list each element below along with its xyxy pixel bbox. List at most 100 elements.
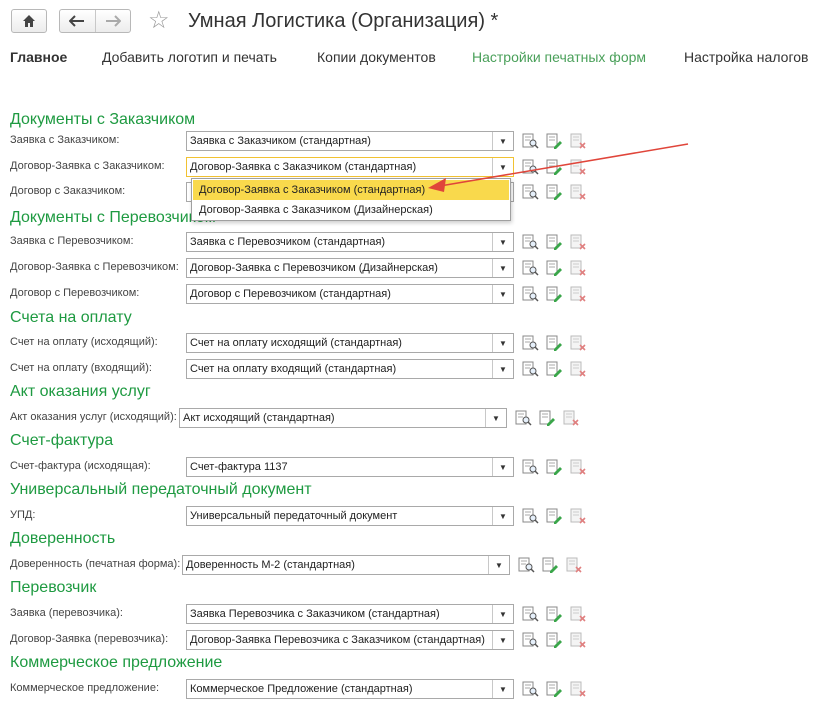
- delete-button[interactable]: [569, 234, 587, 250]
- dropdown-button[interactable]: ▼: [485, 409, 506, 427]
- edit-icon: [546, 184, 562, 200]
- preview-button[interactable]: [521, 681, 539, 697]
- edit-button[interactable]: [545, 681, 563, 697]
- preview-button[interactable]: [521, 133, 539, 149]
- forward-button[interactable]: [94, 10, 131, 32]
- tab-logo[interactable]: Добавить логотип и печать: [102, 49, 277, 65]
- edit-button[interactable]: [538, 410, 556, 426]
- delete-button[interactable]: [565, 557, 583, 573]
- preview-icon: [522, 681, 539, 697]
- delete-button[interactable]: [569, 184, 587, 200]
- preview-button[interactable]: [517, 557, 535, 573]
- edit-button[interactable]: [545, 184, 563, 200]
- preview-button[interactable]: [514, 410, 532, 426]
- delete-button[interactable]: [569, 606, 587, 622]
- delete-button[interactable]: [569, 286, 587, 302]
- print-form-select[interactable]: Договор-Заявка с Перевозчиком (Дизайнерс…: [186, 258, 514, 278]
- delete-icon: [566, 557, 582, 573]
- delete-button[interactable]: [562, 410, 580, 426]
- print-form-select[interactable]: Договор-Заявка с Заказчиком (стандартная…: [186, 157, 514, 177]
- print-form-select[interactable]: Договор с Перевозчиком (стандартная) ▼: [186, 284, 514, 304]
- preview-button[interactable]: [521, 286, 539, 302]
- edit-icon: [546, 459, 562, 475]
- print-form-select[interactable]: Счет на оплату исходящий (стандартная) ▼: [186, 333, 514, 353]
- print-form-select[interactable]: Счет на оплату входящий (стандартная) ▼: [186, 359, 514, 379]
- delete-button[interactable]: [569, 459, 587, 475]
- delete-button[interactable]: [569, 508, 587, 524]
- dropdown-button[interactable]: ▼: [492, 680, 513, 698]
- delete-button[interactable]: [569, 681, 587, 697]
- edit-button[interactable]: [545, 286, 563, 302]
- dropdown-button[interactable]: ▼: [492, 132, 513, 150]
- preview-button[interactable]: [521, 159, 539, 175]
- preview-button[interactable]: [521, 260, 539, 276]
- print-form-value: Заявка Перевозчика с Заказчиком (стандар…: [190, 608, 440, 620]
- edit-button[interactable]: [545, 260, 563, 276]
- print-form-select[interactable]: Универсальный передаточный документ ▼: [186, 506, 514, 526]
- print-form-value: Счет-фактура 1137: [190, 461, 288, 473]
- preview-button[interactable]: [521, 508, 539, 524]
- dropdown-button[interactable]: ▼: [492, 631, 513, 649]
- edit-button[interactable]: [545, 234, 563, 250]
- back-button[interactable]: [60, 10, 95, 32]
- preview-button[interactable]: [521, 184, 539, 200]
- edit-button[interactable]: [545, 606, 563, 622]
- delete-icon: [570, 606, 586, 622]
- dropdown-button[interactable]: ▼: [492, 334, 513, 352]
- tab-print-settings[interactable]: Настройки печатных форм: [472, 49, 646, 65]
- print-form-select[interactable]: Коммерческое Предложение (стандартная) ▼: [186, 679, 514, 699]
- dropdown-button[interactable]: ▼: [492, 285, 513, 303]
- edit-button[interactable]: [545, 133, 563, 149]
- dropdown-button[interactable]: ▼: [492, 507, 513, 525]
- delete-button[interactable]: [569, 632, 587, 648]
- print-form-select[interactable]: Заявка Перевозчика с Заказчиком (стандар…: [186, 604, 514, 624]
- delete-button[interactable]: [569, 260, 587, 276]
- edit-button[interactable]: [545, 335, 563, 351]
- delete-icon: [570, 632, 586, 648]
- edit-button[interactable]: [545, 459, 563, 475]
- preview-button[interactable]: [521, 459, 539, 475]
- dropdown-button[interactable]: ▼: [492, 259, 513, 277]
- tab-taxes[interactable]: Настройка налогов: [684, 49, 808, 65]
- dropdown-button[interactable]: ▼: [492, 233, 513, 251]
- delete-button[interactable]: [569, 133, 587, 149]
- preview-button[interactable]: [521, 234, 539, 250]
- section-title: Акт оказания услуг: [10, 383, 151, 400]
- section-title: Счет-фактура: [10, 432, 114, 449]
- navigation-buttons: [59, 9, 131, 33]
- edit-button[interactable]: [545, 632, 563, 648]
- star-icon[interactable]: ☆: [148, 8, 170, 34]
- preview-button[interactable]: [521, 335, 539, 351]
- preview-icon: [522, 632, 539, 648]
- tab-copies[interactable]: Копии документов: [317, 49, 436, 65]
- dropdown-button[interactable]: ▼: [488, 556, 509, 574]
- preview-button[interactable]: [521, 606, 539, 622]
- edit-button[interactable]: [541, 557, 559, 573]
- edit-button[interactable]: [545, 361, 563, 377]
- print-form-select[interactable]: Договор-Заявка Перевозчика с Заказчиком …: [186, 630, 514, 650]
- delete-button[interactable]: [569, 335, 587, 351]
- dropdown-option-standard[interactable]: Договор-Заявка с Заказчиком (стандартная…: [193, 180, 509, 200]
- print-form-select[interactable]: Заявка с Заказчиком (стандартная) ▼: [186, 131, 514, 151]
- preview-button[interactable]: [521, 632, 539, 648]
- dropdown-button[interactable]: ▼: [492, 605, 513, 623]
- print-form-select[interactable]: Доверенность М-2 (стандартная) ▼: [182, 555, 510, 575]
- tab-main[interactable]: Главное: [10, 49, 67, 65]
- dropdown-option-designer[interactable]: Договор-Заявка с Заказчиком (Дизайнерска…: [193, 200, 509, 220]
- preview-icon: [522, 286, 539, 302]
- edit-button[interactable]: [545, 508, 563, 524]
- dropdown-button[interactable]: ▼: [492, 458, 513, 476]
- edit-button[interactable]: [545, 159, 563, 175]
- edit-icon: [542, 557, 558, 573]
- print-form-select[interactable]: Заявка с Перевозчиком (стандартная) ▼: [186, 232, 514, 252]
- print-form-select[interactable]: Акт исходящий (стандартная) ▼: [179, 408, 507, 428]
- dropdown-button[interactable]: ▼: [492, 158, 513, 176]
- delete-button[interactable]: [569, 361, 587, 377]
- dropdown-button[interactable]: ▼: [492, 360, 513, 378]
- print-form-select[interactable]: Счет-фактура 1137 ▼: [186, 457, 514, 477]
- section-title: Счета на оплату: [10, 309, 132, 326]
- preview-button[interactable]: [521, 361, 539, 377]
- delete-button[interactable]: [569, 159, 587, 175]
- arrow-right-icon: [105, 15, 121, 27]
- home-button[interactable]: [11, 9, 47, 33]
